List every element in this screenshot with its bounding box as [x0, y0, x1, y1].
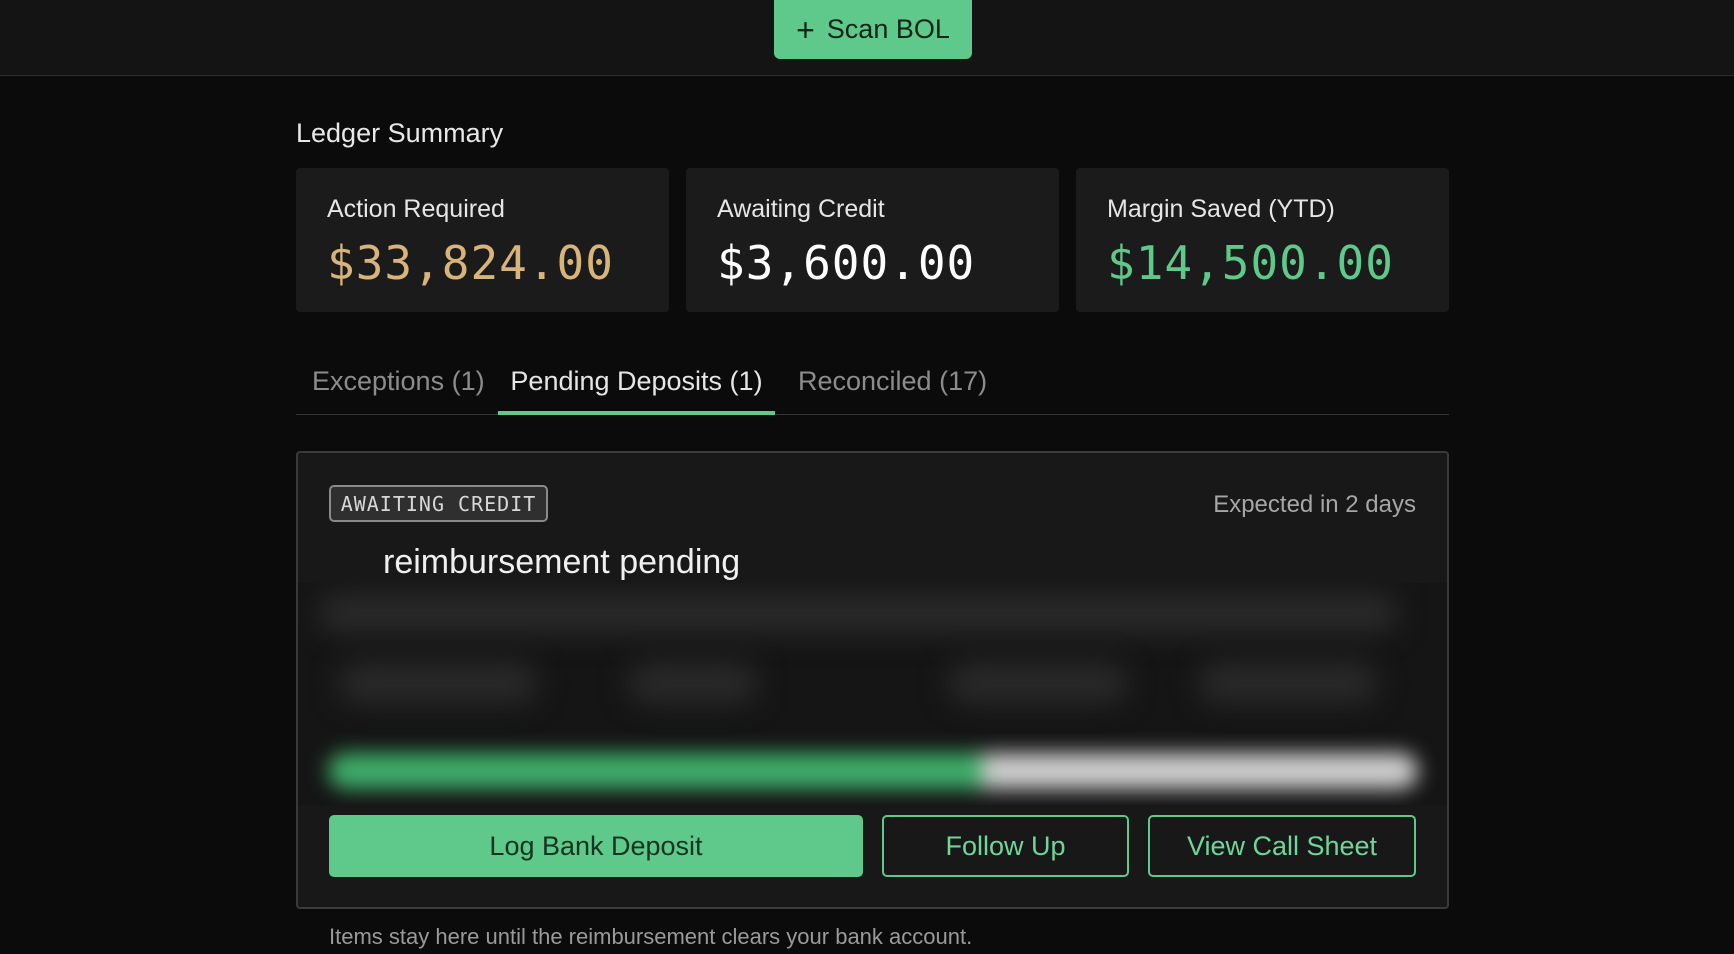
blurred-text: [628, 663, 758, 703]
card-value: $33,824.00: [327, 236, 614, 290]
summary-card-action-required: Action Required $33,824.00: [296, 168, 669, 312]
section-title: Ledger Summary: [296, 118, 504, 148]
blurred-text: [1198, 663, 1378, 703]
tab-reconciled[interactable]: Reconciled (17): [798, 366, 987, 414]
tab-pending-deposits[interactable]: Pending Deposits (1): [498, 366, 775, 415]
status-badge: AWAITING CREDIT: [329, 485, 548, 522]
card-label: Action Required: [327, 195, 505, 223]
blurred-details: [298, 583, 1447, 805]
scan-bol-label: Scan BOL: [826, 14, 950, 44]
progress-bar: [328, 753, 1418, 789]
plus-icon: +: [796, 11, 815, 48]
log-bank-deposit-button[interactable]: Log Bank Deposit: [329, 815, 863, 877]
card-value: $14,500.00: [1107, 236, 1394, 290]
progress-fill: [328, 753, 982, 789]
blurred-row: [318, 593, 1398, 633]
footnote: Items stay here until the reimbursement …: [329, 924, 973, 949]
pending-heading: reimbursement pending: [383, 543, 741, 581]
view-call-sheet-button[interactable]: View Call Sheet: [1148, 815, 1416, 877]
card-label: Awaiting Credit: [717, 195, 885, 223]
expected-date: Expected in 2 days: [1213, 491, 1416, 518]
card-value: $3,600.00: [717, 236, 976, 290]
summary-card-awaiting-credit: Awaiting Credit $3,600.00: [686, 168, 1059, 312]
pending-deposit-card: AWAITING CREDIT Expected in 2 days reimb…: [296, 451, 1449, 909]
top-bar: + Scan BOL: [0, 0, 1734, 76]
blurred-text: [338, 663, 538, 703]
scan-bol-button[interactable]: + Scan BOL: [774, 0, 972, 59]
tab-bar: Exceptions (1) Pending Deposits (1) Reco…: [296, 358, 1449, 415]
summary-card-margin-saved: Margin Saved (YTD) $14,500.00: [1076, 168, 1449, 312]
tab-exceptions[interactable]: Exceptions (1): [312, 366, 485, 414]
blurred-text: [948, 663, 1128, 703]
follow-up-button[interactable]: Follow Up: [882, 815, 1129, 877]
card-label: Margin Saved (YTD): [1107, 195, 1335, 223]
